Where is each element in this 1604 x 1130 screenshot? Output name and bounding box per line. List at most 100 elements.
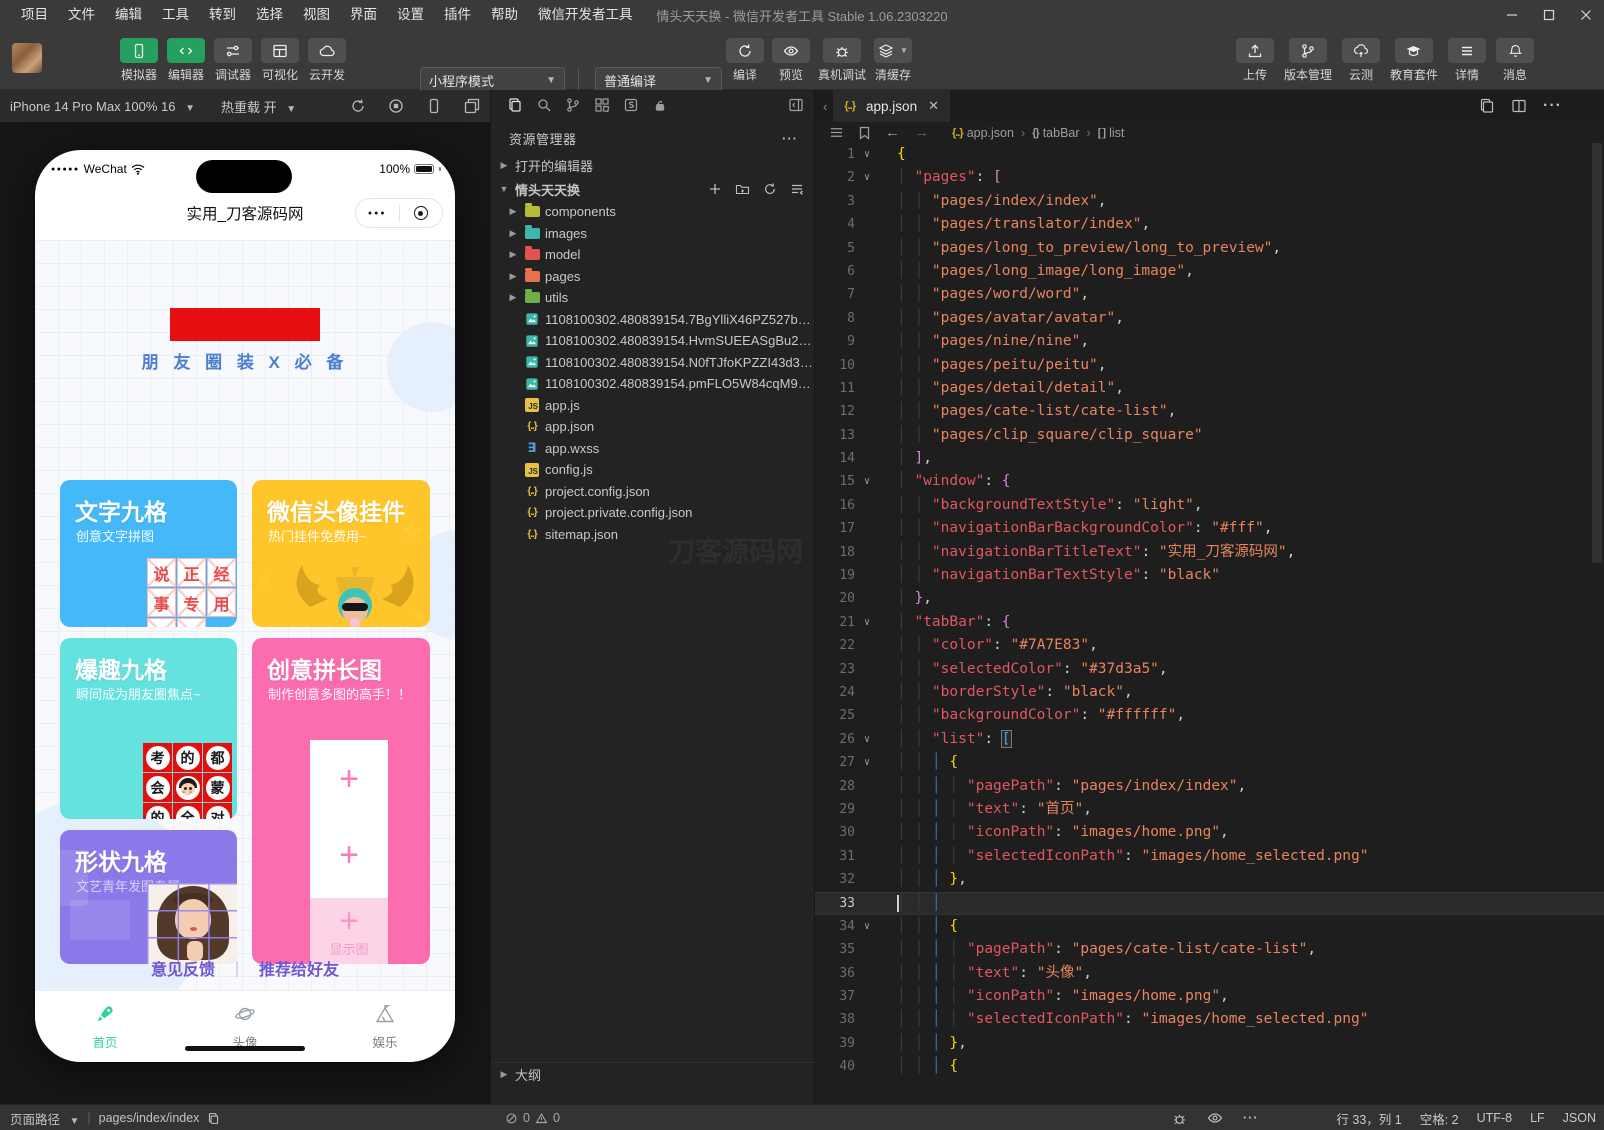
code-line-11[interactable]: 11│ │ "pages/detail/detail",	[815, 377, 1604, 400]
nav-back-icon[interactable]: ←	[885, 124, 900, 141]
code-line-6[interactable]: 6│ │ "pages/long_image/long_image",	[815, 260, 1604, 283]
status-encoding[interactable]: UTF-8	[1477, 1111, 1512, 1125]
device-select[interactable]: iPhone 14 Pro Max 100% 16 ▼	[10, 99, 195, 114]
open-editors-section[interactable]: ▶ 打开的编辑器	[491, 154, 816, 176]
extensions-icon[interactable]	[594, 97, 610, 113]
menu-item-编辑[interactable]: 编辑	[106, 0, 151, 30]
code-line-12[interactable]: 12│ │ "pages/cate-list/cate-list",	[815, 400, 1604, 423]
more-tools-icon[interactable]: ···	[1243, 1111, 1259, 1125]
copy-path-icon[interactable]	[207, 1112, 220, 1125]
breadcrumb-item[interactable]: app.json	[967, 126, 1014, 140]
tree-item-app.wxss[interactable]: ∃app.wxss	[491, 438, 816, 460]
tree-item-config.js[interactable]: JSconfig.js	[491, 459, 816, 481]
menu-item-转到[interactable]: 转到	[200, 0, 245, 30]
user-avatar[interactable]	[12, 43, 42, 73]
hot-reload-toggle[interactable]: 热重载 开 ▼	[221, 97, 296, 116]
code-editor[interactable]: 1∨{2∨│ "pages": [3│ │ "pages/index/index…	[815, 143, 1604, 1104]
tree-item-1108100302.480839154.7Bg[interactable]: 1108100302.480839154.7BgYlliX46PZ527b236…	[491, 309, 816, 331]
tab-app-json[interactable]: {..} app.json ✕	[833, 90, 950, 122]
code-line-18[interactable]: 18│ │ "navigationBarTitleText": "实用_刀客源码…	[815, 541, 1604, 564]
tree-item-1108100302.480839154.Hvm[interactable]: 1108100302.480839154.HvmSUEEASgBu2914f..…	[491, 330, 816, 352]
code-line-15[interactable]: 15∨│ "window": {	[815, 470, 1604, 493]
menu-item-文件[interactable]: 文件	[59, 0, 104, 30]
code-line-32[interactable]: 32│ │ │ },	[815, 868, 1604, 891]
tree-item-components[interactable]: ▶components	[491, 201, 816, 223]
action-真机调试[interactable]: 真机调试	[818, 38, 866, 83]
toolbar-button-云测[interactable]: 云测	[1342, 38, 1380, 83]
miniprogram-capsule[interactable]: ●●●	[355, 198, 443, 228]
menu-item-项目[interactable]: 项目	[12, 0, 57, 30]
menu-item-插件[interactable]: 插件	[435, 0, 480, 30]
code-line-40[interactable]: 40│ │ │ {	[815, 1055, 1604, 1078]
files-icon[interactable]	[507, 97, 523, 113]
menu-item-设置[interactable]: 设置	[388, 0, 433, 30]
code-line-9[interactable]: 9│ │ "pages/nine/nine",	[815, 330, 1604, 353]
skyline-icon[interactable]	[623, 97, 639, 113]
status-language-mode[interactable]: JSON	[1563, 1111, 1596, 1125]
detach-window-icon[interactable]	[464, 98, 480, 114]
code-line-26[interactable]: 26∨│ │ "list": [	[815, 728, 1604, 751]
code-line-7[interactable]: 7│ │ "pages/word/word",	[815, 283, 1604, 306]
refresh-explorer-icon[interactable]	[763, 182, 777, 196]
code-line-28[interactable]: 28│ │ │ │ "pagePath": "pages/index/index…	[815, 775, 1604, 798]
menu-item-帮助[interactable]: 帮助	[482, 0, 527, 30]
code-line-4[interactable]: 4│ │ "pages/translator/index",	[815, 213, 1604, 236]
code-line-23[interactable]: 23│ │ "selectedColor": "#37d3a5",	[815, 658, 1604, 681]
toolbar-button-上传[interactable]: 上传	[1236, 38, 1274, 83]
device-frame-icon[interactable]	[426, 98, 442, 114]
close-button[interactable]	[1567, 0, 1604, 30]
card-avatar-pendant[interactable]: 微信头像挂件 热门挂件免费用~ ☆ ☆ ☆	[252, 480, 430, 627]
toolbar-button-调试器[interactable]: 调试器	[210, 38, 256, 83]
tree-item-app.js[interactable]: JSapp.js	[491, 395, 816, 417]
menu-item-界面[interactable]: 界面	[341, 0, 386, 30]
tab-overflow-icon[interactable]: ‹	[823, 99, 827, 114]
source-control-icon[interactable]	[565, 97, 581, 113]
preview-eye-icon[interactable]	[1207, 1110, 1223, 1126]
code-line-38[interactable]: 38│ │ │ │ "selectedIconPath": "images/ho…	[815, 1008, 1604, 1031]
problems-indicator[interactable]: 0 0	[505, 1105, 560, 1130]
action-编译[interactable]: 编译	[726, 38, 764, 83]
card-shape-nine-grid[interactable]: 形状九格 文艺青年发图专属	[60, 830, 237, 964]
code-line-24[interactable]: 24│ │ "borderStyle": "black",	[815, 681, 1604, 704]
outline-menu-icon[interactable]	[829, 125, 844, 140]
tree-item-images[interactable]: ▶images	[491, 223, 816, 245]
more-menu-icon[interactable]: ●●●	[368, 210, 387, 217]
code-line-20[interactable]: 20│ },	[815, 587, 1604, 610]
code-line-13[interactable]: 13│ │ "pages/clip_square/clip_square"	[815, 424, 1604, 447]
card-long-image[interactable]: 创意拼长图 制作创意多图的高手！！ + + + 显示图	[252, 638, 430, 964]
code-line-22[interactable]: 22│ │ "color": "#7A7E83",	[815, 634, 1604, 657]
card-text-nine-grid[interactable]: 文字九格 创意文字拼图 说正经事专用	[60, 480, 237, 627]
toolbar-button-可视化[interactable]: 可视化	[257, 38, 303, 83]
stop-record-icon[interactable]	[388, 98, 404, 114]
toolbar-button-详情[interactable]: 详情	[1448, 38, 1486, 83]
exit-target-icon[interactable]	[414, 206, 428, 220]
code-line-2[interactable]: 2∨│ "pages": [	[815, 166, 1604, 189]
more-actions-icon[interactable]: ···	[1543, 97, 1562, 115]
breadcrumb-item[interactable]: list	[1109, 126, 1124, 140]
tree-item-utils[interactable]: ▶utils	[491, 287, 816, 309]
ad-banner[interactable]	[170, 308, 320, 341]
code-line-3[interactable]: 3│ │ "pages/index/index",	[815, 190, 1604, 213]
vconsole-bug-icon[interactable]	[1172, 1111, 1187, 1126]
tree-item-app.json[interactable]: {..}app.json	[491, 416, 816, 438]
toolbar-button-模拟器[interactable]: 模拟器	[116, 38, 162, 83]
action-清缓存[interactable]: ▼清缓存	[874, 38, 912, 83]
new-file-icon[interactable]	[708, 182, 722, 196]
code-line-14[interactable]: 14│ ],	[815, 447, 1604, 470]
menu-item-视图[interactable]: 视图	[294, 0, 339, 30]
code-line-34[interactable]: 34∨│ │ │ {	[815, 915, 1604, 938]
page-path-label[interactable]: 页面路径 ▼	[10, 1109, 79, 1128]
code-line-21[interactable]: 21∨│ "tabBar": {	[815, 611, 1604, 634]
collapse-sidebar-icon[interactable]	[788, 97, 804, 113]
page-path-value[interactable]: pages/index/index	[99, 1111, 200, 1125]
toolbar-button-教育套件[interactable]: 教育套件	[1390, 38, 1438, 83]
editor-scrollbar[interactable]	[1592, 143, 1602, 563]
code-line-8[interactable]: 8│ │ "pages/avatar/avatar",	[815, 307, 1604, 330]
code-line-37[interactable]: 37│ │ │ │ "iconPath": "images/home.png",	[815, 985, 1604, 1008]
code-line-19[interactable]: 19│ │ "navigationBarTextStyle": "black"	[815, 564, 1604, 587]
minimize-button[interactable]	[1493, 0, 1530, 30]
restart-icon[interactable]	[350, 98, 366, 114]
project-root-section[interactable]: ▼ 情头天天换	[491, 178, 816, 200]
code-line-10[interactable]: 10│ │ "pages/peitu/peitu",	[815, 354, 1604, 377]
code-line-17[interactable]: 17│ │ "navigationBarBackgroundColor": "#…	[815, 517, 1604, 540]
